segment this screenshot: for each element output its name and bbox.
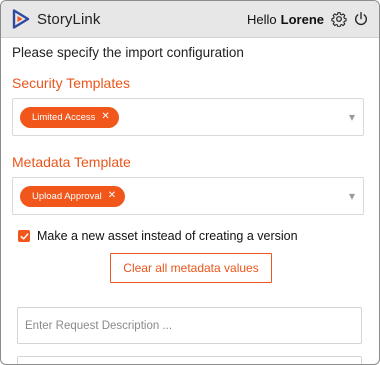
import-config-form: Please specify the import configuration … bbox=[1, 44, 379, 344]
metadata-chip: Upload Approval ✕ bbox=[20, 185, 126, 207]
metadata-template-select[interactable]: Upload Approval ✕ bbox=[12, 177, 364, 215]
user-name: Lorene bbox=[280, 11, 324, 27]
gear-icon[interactable] bbox=[331, 11, 347, 27]
logo-play-icon bbox=[12, 9, 30, 29]
chevron-down-icon[interactable] bbox=[349, 114, 355, 121]
metadata-template-label: Metadata Template bbox=[12, 154, 131, 170]
clear-button-row: Clear all metadata values bbox=[12, 253, 370, 283]
next-field[interactable] bbox=[17, 356, 362, 364]
logo[interactable]: StoryLink bbox=[12, 9, 100, 29]
checkmark-icon bbox=[20, 232, 28, 240]
security-templates-select[interactable]: Limited Access ✕ bbox=[12, 98, 364, 136]
security-chip: Limited Access ✕ bbox=[20, 106, 119, 128]
new-asset-option: Make a new asset instead of creating a v… bbox=[12, 229, 379, 243]
app-name: StoryLink bbox=[37, 10, 101, 28]
chip-remove-icon[interactable]: ✕ bbox=[101, 112, 109, 122]
page-title: Please specify the import configuration bbox=[12, 45, 244, 60]
greeting-text: Hello bbox=[247, 11, 277, 27]
chip-label: Limited Access bbox=[32, 111, 96, 123]
user-area: Hello Lorene bbox=[247, 11, 369, 27]
new-asset-label[interactable]: Make a new asset instead of creating a v… bbox=[37, 229, 298, 243]
new-asset-checkbox[interactable] bbox=[18, 230, 30, 242]
chip-remove-icon[interactable]: ✕ bbox=[108, 191, 116, 201]
chevron-down-icon[interactable] bbox=[349, 193, 355, 200]
security-templates-label: Security Templates bbox=[12, 75, 131, 91]
clear-metadata-button[interactable]: Clear all metadata values bbox=[110, 253, 272, 283]
greeting: Hello Lorene bbox=[247, 12, 324, 27]
top-bar: StoryLink Hello Lorene bbox=[1, 1, 379, 38]
request-description-input[interactable] bbox=[17, 307, 362, 344]
chip-label: Upload Approval bbox=[32, 190, 102, 202]
power-icon[interactable] bbox=[353, 11, 369, 27]
app-window: StoryLink Hello Lorene Please specify the… bbox=[0, 0, 380, 365]
